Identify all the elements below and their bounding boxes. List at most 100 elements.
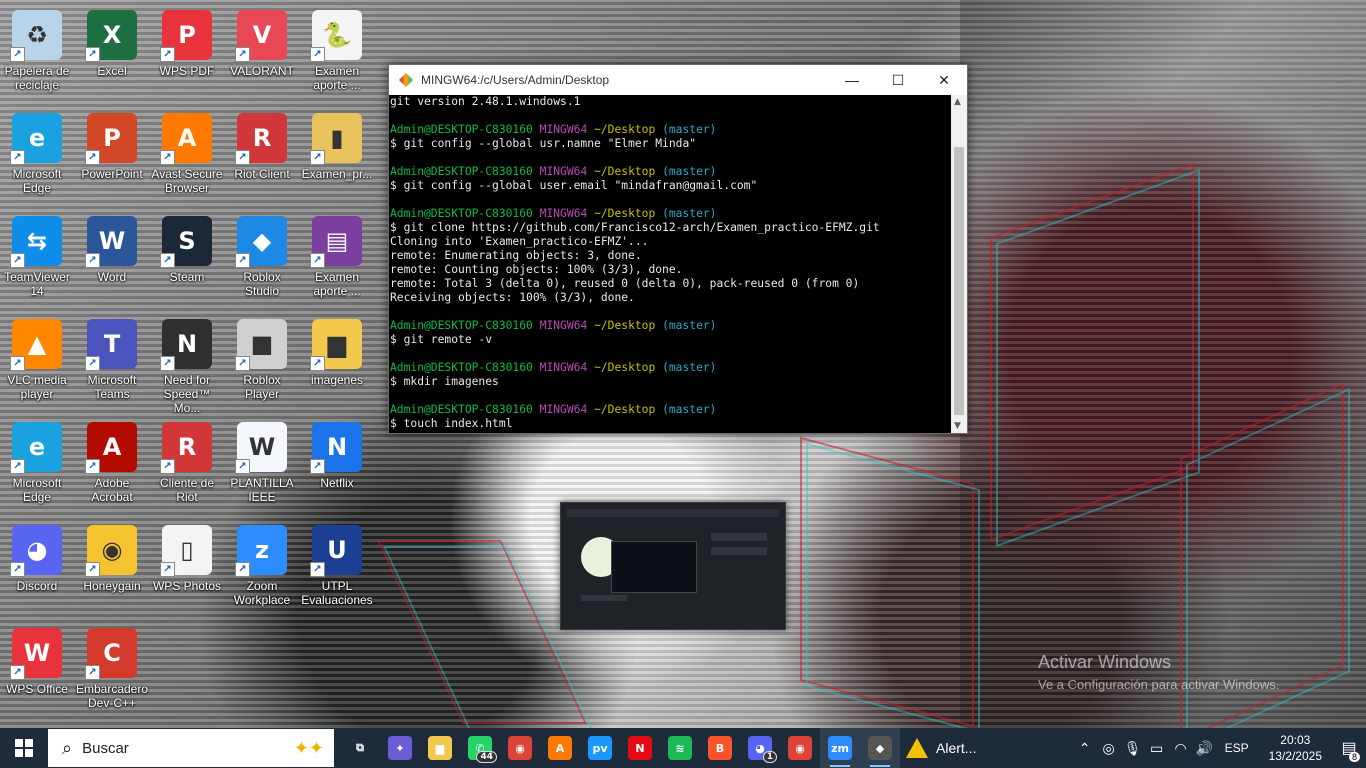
shortcut-arrow-icon: ↗ [160,150,175,165]
terminal-text: remote: Counting objects: 100% (3/3), do… [390,263,683,276]
desktop-icon[interactable]: P ↗ WPS PDF [150,4,224,100]
microphone-icon[interactable]: 🎙 [1121,740,1145,757]
desktop-icon[interactable]: ▲ ↗ VLC media player [0,313,74,409]
desktop-icon[interactable]: N ↗ Need for Speed™ Mo... [150,313,224,415]
desktop-icon[interactable]: ◆ ↗ Roblox Studio [225,210,299,306]
desktop-icon[interactable]: W ↗ WPS Office [0,622,74,718]
clock[interactable]: 20:03 13/2/2025 [1269,732,1322,764]
vlc-icon: ▲ ↗ [10,319,62,371]
close-button[interactable]: ✕ [921,65,967,95]
desktop-icon-label: Microsoft Edge [12,167,62,195]
taskbar-app-task-view[interactable]: ⧉ [340,728,380,768]
terminal-text: remote: Total 3 (delta 0), reused 0 (del… [390,277,860,290]
desktop-icon[interactable]: ♻ ↗ Papelera de reciclaje [0,4,74,100]
taskbar-app-chrome[interactable]: ◉ [500,728,540,768]
shortcut-arrow-icon: ↗ [235,459,250,474]
taskbar-app-git-bash[interactable]: ◆ [860,728,900,768]
alert-app-button[interactable]: Alert... [900,728,994,768]
desktop-icon[interactable]: e ↗ Microsoft Edge [0,107,74,203]
camera-icon[interactable]: ◎ [1097,740,1121,757]
terminal-line: $ git clone https://github.com/Francisco… [390,221,952,235]
taskbar-app-brave[interactable]: B [700,728,740,768]
desktop-icon[interactable]: N ↗ Netflix [300,416,374,512]
wps-photos-icon: ▯ ↗ [160,525,212,577]
chevron-up-icon[interactable]: ⌃ [1073,740,1097,757]
taskbar-app-file-explorer[interactable]: ▆ [420,728,460,768]
desktop-icon-label: Excel [97,64,127,78]
terminal-text: remote: Enumerating objects: 3, done. [390,249,642,262]
shortcut-arrow-icon: ↗ [85,459,100,474]
wifi-icon[interactable]: ◠ [1169,740,1193,757]
taskbar-app-copilot[interactable]: ✦ [380,728,420,768]
desktop-icon[interactable]: ◉ ↗ Honeygain [75,519,149,615]
taskbar-app-zoom[interactable]: zm [820,728,860,768]
terminal-line: $ touch index.html [390,417,952,431]
desktop-icon[interactable]: 🐍 ↗ Examen aporte ... [300,4,374,100]
desktop-icon[interactable]: ▤ ↗ Examen aporte ... [300,210,374,306]
scroll-up-icon[interactable]: ▲ [954,97,961,107]
shortcut-arrow-icon: ↗ [310,150,325,165]
taskbar-search-box[interactable]: ⌕ Buscar ✦✦ [48,729,334,767]
shortcut-arrow-icon: ↗ [160,562,175,577]
terminal-scrollbar[interactable]: ▲ ▼ [951,95,967,433]
scroll-down-icon[interactable]: ▼ [954,421,961,431]
desktop-icon[interactable]: z ↗ Zoom Workplace [225,519,299,615]
desktop-icon-label: Embarcadero Dev-C++ [75,682,149,710]
desktop-icon[interactable]: A ↗ Adobe Acrobat [75,416,149,512]
desktop-icon[interactable]: P ↗ PowerPoint [75,107,149,203]
desktop-icon[interactable]: V ↗ VALORANT [225,4,299,100]
desktop-icon[interactable]: W ↗ PLANTILLA IEEE [225,416,299,512]
git-bash-window[interactable]: MINGW64:/c/Users/Admin/Desktop — ☐ ✕ git… [388,64,968,434]
terminal-text: MINGW64 [539,207,595,220]
taskbar-app-netflix[interactable]: N [620,728,660,768]
window-titlebar[interactable]: MINGW64:/c/Users/Admin/Desktop — ☐ ✕ [389,65,967,95]
desktop-icon[interactable]: W ↗ Word [75,210,149,306]
desktop-icon-label: Need for Speed™ Mo... [163,373,211,415]
desktop-icon-label: Steam [169,270,205,284]
minimize-button[interactable]: — [829,65,875,95]
maximize-button[interactable]: ☐ [875,65,921,95]
desktop-icon[interactable]: S ↗ Steam [150,210,224,306]
terminal-output[interactable]: git version 2.48.1.windows.1 Admin@DESKTO… [389,95,952,433]
desktop-icon-label: Word [97,270,127,284]
desktop-icon[interactable]: ▮ ↗ Examen_pr... [300,107,374,203]
battery-icon[interactable]: ▭ [1145,740,1169,757]
language-indicator[interactable]: ESP [1225,741,1249,755]
edge-icon: e ↗ [10,113,62,165]
shortcut-arrow-icon: ↗ [85,356,100,371]
desktop-icon[interactable]: U ↗ UTPL Evaluaciones [300,519,374,615]
terminal-text: Admin@DESKTOP-C830160 [390,403,540,416]
taskbar-app-prime-video[interactable]: pv [580,728,620,768]
desktop-icon[interactable]: C ↗ Embarcadero Dev-C++ [75,622,149,718]
desktop-icon[interactable]: ▆ ↗ imagenes [300,313,374,409]
notification-center-button[interactable]: ▤ 8 [1332,728,1366,768]
taskbar-app-spotify[interactable]: ≋ [660,728,700,768]
taskbar-app-whatsapp[interactable]: ✆ 44 [460,728,500,768]
desktop-icon-label: Cliente de Riot [159,476,215,504]
scrollbar-thumb[interactable] [954,147,964,415]
taskbar-window-preview[interactable] [560,502,786,630]
taskbar-app-chrome-profile[interactable]: ◉ [780,728,820,768]
desktop-icon[interactable]: T ↗ Microsoft Teams [75,313,149,409]
terminal-line: remote: Counting objects: 100% (3/3), do… [390,263,952,277]
volume-icon[interactable]: 🔊 [1193,740,1217,757]
shortcut-arrow-icon: ↗ [310,459,325,474]
desktop-icon[interactable]: ◕ ↗ Discord [0,519,74,615]
taskbar-app-discord[interactable]: ◕ 1 [740,728,780,768]
desktop-icon[interactable]: R ↗ Riot Client [225,107,299,203]
taskbar-app-avast-browser[interactable]: A [540,728,580,768]
desktop-icon-label: Adobe Acrobat [91,476,133,504]
desktop-icon[interactable]: ▯ ↗ WPS Photos [150,519,224,615]
valorant-icon: V ↗ [235,10,287,62]
terminal-text: (master) [662,123,717,136]
terminal-line: Cloning into 'Examen_practico-EFMZ'... [390,235,952,249]
desktop-icon[interactable]: ⇆ ↗ TeamViewer 14 [0,210,74,306]
start-button[interactable] [0,728,48,768]
desktop-icon[interactable]: e ↗ Microsoft Edge [0,416,74,512]
desktop-icon[interactable]: R ↗ Cliente de Riot [150,416,224,512]
desktop-icon[interactable]: ■ ↗ Roblox Player [225,313,299,409]
desktop-icon[interactable]: A ↗ Avast Secure Browser [150,107,224,203]
git-bash-icon [399,73,413,87]
desktop-icon[interactable]: X ↗ Excel [75,4,149,100]
